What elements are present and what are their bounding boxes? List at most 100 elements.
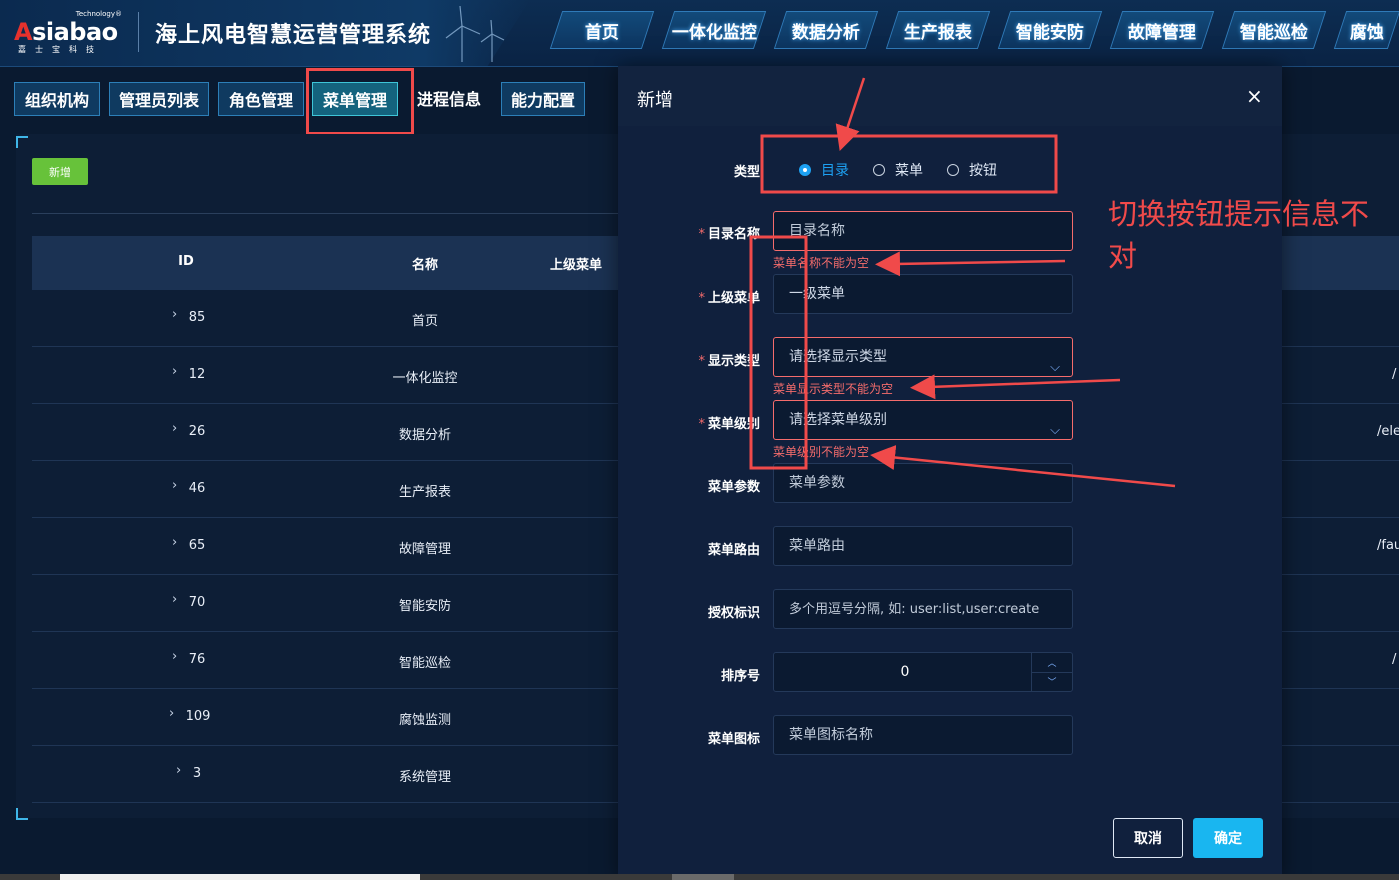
nav-smart-inspection[interactable]: 智能巡检 <box>1221 11 1327 49</box>
cell-name: 智能巡检 <box>398 656 452 671</box>
tab-process-info[interactable]: 进程信息 <box>416 82 482 114</box>
cell-name: 生产报表 <box>398 485 452 500</box>
cell-id: 70 <box>188 595 206 610</box>
tab-menu-management[interactable]: 菜单管理 <box>312 82 398 116</box>
expand-icon[interactable]: › <box>172 592 177 607</box>
add-button[interactable]: 新增 <box>32 158 88 185</box>
row-path-fragment: /ele <box>1377 424 1399 439</box>
close-icon[interactable]: × <box>1246 84 1263 108</box>
nav-fault-management[interactable]: 故障管理 <box>1109 11 1215 49</box>
top-bar: Technology® Asiabao 嘉士宝科技 海上风电智慧运营管理系统 首… <box>0 0 1399 67</box>
sort-label: 排序号 <box>720 669 760 684</box>
parent-menu-field[interactable]: 一级菜单 <box>773 274 1073 314</box>
expand-icon[interactable]: › <box>172 478 177 493</box>
col-parent: 上级菜单 <box>549 258 603 273</box>
row-path-fragment: / <box>1392 652 1397 667</box>
logo-cn-text: 嘉士宝科技 <box>18 45 103 54</box>
expand-icon[interactable]: › <box>176 763 181 778</box>
expand-icon[interactable]: › <box>172 364 177 379</box>
logo-divider <box>138 12 139 52</box>
auth-input[interactable] <box>773 589 1073 629</box>
cell-name: 一体化监控 <box>392 371 458 386</box>
chevron-down-icon: ⌵ <box>1050 360 1060 375</box>
dir-name-error: 菜单名称不能为空 <box>773 256 870 270</box>
row-path-fragment: /fau <box>1377 538 1399 553</box>
company-logo: Technology® Asiabao 嘉士宝科技 <box>14 10 126 58</box>
cell-id: 76 <box>188 652 206 667</box>
expand-icon[interactable]: › <box>172 535 177 550</box>
col-name: 名称 <box>411 258 439 273</box>
cell-id: 85 <box>188 310 206 325</box>
auth-label: 授权标识 <box>707 606 760 621</box>
type-label: 类型 <box>733 165 760 180</box>
menu-level-label: * 菜单级别 <box>698 417 760 432</box>
row-path-fragment: / <box>1392 367 1397 382</box>
cell-name: 故障管理 <box>398 542 452 557</box>
menu-icon-input[interactable] <box>773 715 1073 755</box>
nav-smart-security[interactable]: 智能安防 <box>997 11 1103 49</box>
menu-level-error: 菜单级别不能为空 <box>773 445 870 459</box>
stepper-buttons: ︿ ﹀ <box>1031 653 1072 691</box>
dialog-title: 新增 <box>637 90 673 111</box>
system-title: 海上风电智慧运营管理系统 <box>155 23 432 48</box>
radio-button[interactable]: 按钮 <box>947 160 997 180</box>
cell-id: 3 <box>192 766 202 781</box>
radio-dot-icon <box>799 164 811 176</box>
annotation-note: 切换按钮提示信息不对 <box>1108 197 1370 273</box>
divider <box>32 213 632 214</box>
menu-param-input[interactable] <box>773 463 1073 503</box>
menu-route-label: 菜单路由 <box>707 543 760 558</box>
dir-name-input[interactable] <box>773 211 1073 251</box>
cell-id: 109 <box>185 709 211 724</box>
confirm-button[interactable]: 确定 <box>1193 818 1263 858</box>
wind-turbine-icon <box>445 5 505 62</box>
tab-role-management[interactable]: 角色管理 <box>218 82 304 116</box>
menu-icon-label: 菜单图标 <box>707 732 760 747</box>
panel-corner <box>16 136 28 148</box>
display-type-error: 菜单显示类型不能为空 <box>773 382 894 396</box>
expand-icon[interactable]: › <box>169 706 174 721</box>
display-type-select[interactable]: 请选择显示类型 ⌵ <box>773 337 1073 377</box>
chevron-down-icon[interactable]: ﹀ <box>1032 672 1072 691</box>
expand-icon[interactable]: › <box>172 649 177 664</box>
cell-name: 智能安防 <box>398 599 452 614</box>
dialog-header: 新增 × <box>618 66 1282 126</box>
nav-data-analysis[interactable]: 数据分析 <box>773 11 879 49</box>
cell-id: 12 <box>188 367 206 382</box>
sort-stepper[interactable]: 0 ︿ ﹀ <box>773 652 1073 692</box>
tab-admin-list[interactable]: 管理员列表 <box>109 82 209 116</box>
cell-name: 系统管理 <box>398 770 452 785</box>
chevron-up-icon[interactable]: ︿ <box>1032 653 1072 673</box>
logo-wordmark: Asiabao <box>14 18 118 46</box>
nav-home[interactable]: 首页 <box>549 11 655 49</box>
menu-route-input[interactable] <box>773 526 1073 566</box>
cell-id: 65 <box>188 538 206 553</box>
radio-menu[interactable]: 菜单 <box>873 160 923 180</box>
parent-menu-label: * 上级菜单 <box>698 291 760 306</box>
nav-production-report[interactable]: 生产报表 <box>885 11 991 49</box>
nav-integrated-monitoring[interactable]: 一体化监控 <box>661 11 767 49</box>
radio-directory[interactable]: 目录 <box>799 160 849 180</box>
cell-name: 数据分析 <box>398 428 452 443</box>
expand-icon[interactable]: › <box>172 421 177 436</box>
cancel-button[interactable]: 取消 <box>1113 818 1183 858</box>
panel-corner <box>16 808 28 820</box>
cell-id: 46 <box>188 481 206 496</box>
display-type-label: * 显示类型 <box>698 354 760 369</box>
expand-icon[interactable]: › <box>172 307 177 322</box>
cell-name: 首页 <box>411 314 439 329</box>
cell-id: 26 <box>188 424 206 439</box>
col-id: ID <box>178 254 194 269</box>
tab-organization[interactable]: 组织机构 <box>14 82 100 116</box>
logo-tech-text: Technology® <box>75 10 122 18</box>
sort-value: 0 <box>900 664 910 680</box>
cell-name: 腐蚀监测 <box>398 713 452 728</box>
radio-dot-icon <box>873 164 885 176</box>
taskbar-strip <box>0 874 1399 880</box>
tab-capability-config[interactable]: 能力配置 <box>501 82 585 116</box>
nav-corrosion[interactable]: 腐蚀 <box>1333 11 1399 49</box>
dir-name-label: * 目录名称 <box>698 227 760 242</box>
add-menu-dialog: 新增 × 类型 目录 菜单 按钮 *目录名称 菜单名称不能为空 *上级菜单 一级… <box>618 66 1282 880</box>
menu-level-select[interactable]: 请选择菜单级别 ⌵ <box>773 400 1073 440</box>
radio-dot-icon <box>947 164 959 176</box>
